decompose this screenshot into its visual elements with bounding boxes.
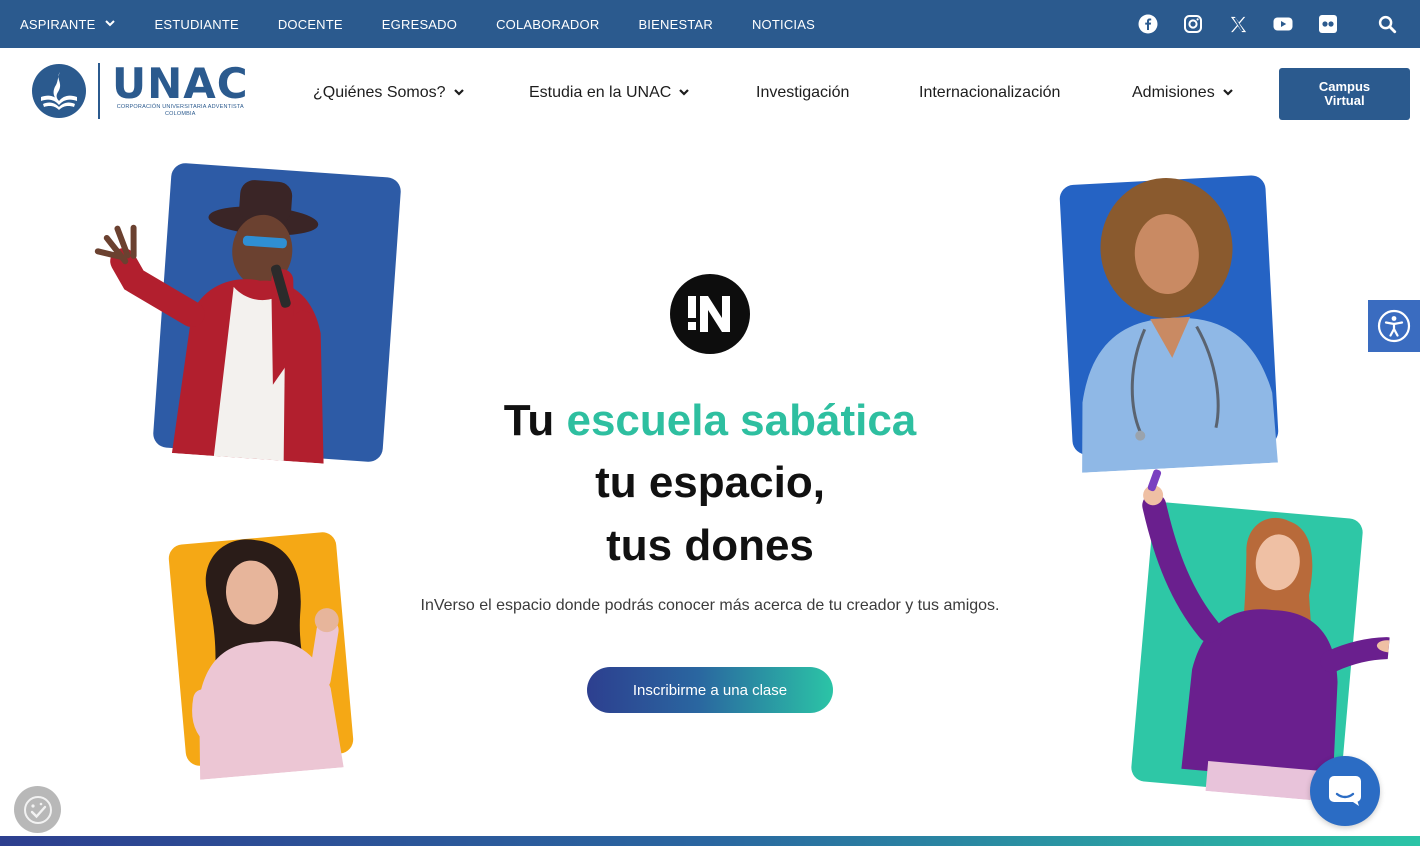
hero-headline-accent: escuela sabática xyxy=(566,396,917,445)
inverso-logo-icon xyxy=(688,296,730,332)
chevron-down-icon xyxy=(453,87,464,99)
audience-nav-colaborador[interactable]: COLABORADOR xyxy=(496,17,599,32)
hero-headline-line3: tus dones xyxy=(606,521,814,570)
hero-section: Tu escuela sabática tu espacio, tus done… xyxy=(0,140,1420,836)
top-bar: ASPIRANTE ESTUDIANTE DOCENTE EGRESADO CO… xyxy=(0,0,1420,48)
audience-nav-egresado[interactable]: EGRESADO xyxy=(382,17,457,32)
audience-nav-bienestar[interactable]: BIENESTAR xyxy=(638,17,713,32)
audience-nav-aspirante[interactable]: ASPIRANTE xyxy=(20,17,116,32)
flickr-icon[interactable] xyxy=(1317,13,1339,35)
x-icon[interactable] xyxy=(1227,13,1249,35)
nav-investigacion[interactable]: Investigación xyxy=(756,84,849,102)
chat-icon xyxy=(1329,776,1361,806)
nav-admisiones[interactable]: Admisiones xyxy=(1132,84,1233,102)
nav-estudia-en-la-unac[interactable]: Estudia en la UNAC xyxy=(529,84,690,102)
chevron-down-icon xyxy=(1222,87,1233,99)
main-nav: ¿Quiénes Somos? Estudia en la UNAC Inves… xyxy=(0,48,1420,140)
chat-launcher-button[interactable] xyxy=(1310,756,1380,826)
audience-nav-estudiante[interactable]: ESTUDIANTE xyxy=(154,17,238,32)
social-links xyxy=(1114,0,1398,48)
nav-quienes-somos[interactable]: ¿Quiénes Somos? xyxy=(313,84,464,102)
facebook-icon[interactable] xyxy=(1137,13,1159,35)
search-icon[interactable] xyxy=(1376,13,1398,35)
main-header: UNAC CORPORACIÓN UNIVERSITARIA ADVENTIST… xyxy=(0,48,1420,140)
audience-nav-docente[interactable]: DOCENTE xyxy=(278,17,343,32)
youtube-icon[interactable] xyxy=(1272,13,1294,35)
hero-headline-line1: Tu escuela sabática xyxy=(503,396,917,445)
accessibility-toolbar-button[interactable] xyxy=(1368,300,1420,352)
nav-internacionalizacion[interactable]: Internacionalización xyxy=(919,84,1060,102)
hero-lead-text: InVerso el espacio donde podrás conocer … xyxy=(420,597,1000,614)
cookie-consent-icon xyxy=(23,795,52,824)
instagram-icon[interactable] xyxy=(1182,13,1204,35)
chevron-down-icon xyxy=(679,87,690,99)
hero-headline-line2: tu espacio, xyxy=(595,458,825,507)
enroll-class-button[interactable]: Inscribirme a una clase xyxy=(587,667,833,713)
inverso-logo xyxy=(670,274,750,354)
audience-nav-noticias[interactable]: NOTICIAS xyxy=(752,17,815,32)
footer-gradient-band xyxy=(0,836,1420,846)
audience-nav: ASPIRANTE ESTUDIANTE DOCENTE EGRESADO CO… xyxy=(0,0,854,48)
campus-virtual-button[interactable]: Campus Virtual xyxy=(1279,68,1410,120)
accessibility-icon xyxy=(1377,309,1411,343)
cookie-consent-button[interactable] xyxy=(14,786,61,833)
chevron-down-icon xyxy=(105,19,116,30)
